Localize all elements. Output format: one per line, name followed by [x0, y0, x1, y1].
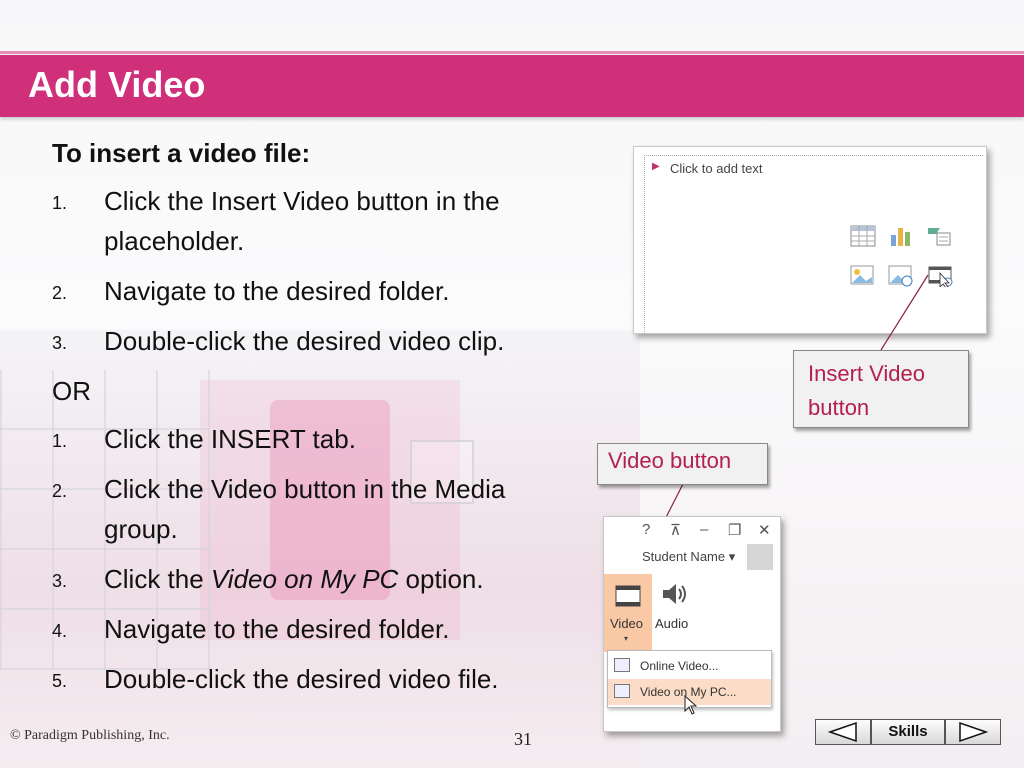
video-button-callout: Video button: [597, 443, 768, 485]
video-button[interactable]: Video ▾: [604, 574, 652, 652]
list-number: 2.: [52, 283, 68, 303]
placeholder-text: Click to add text: [670, 161, 763, 176]
list-text: Double-click the desired video file.: [104, 664, 499, 694]
list-number: 1.: [52, 431, 68, 451]
next-button[interactable]: [945, 719, 1001, 745]
copyright: © Paradigm Publishing, Inc.: [10, 728, 170, 743]
title-bar: Add Video: [0, 51, 1024, 117]
previous-button[interactable]: [815, 719, 871, 745]
menu-item-label: Online Video...: [640, 659, 719, 673]
list-b-item: 5. Double-click the desired video file.: [52, 659, 612, 699]
list-a-item: 1. Click the Insert Video button in the …: [52, 181, 612, 261]
bullet-icon: ▶: [652, 161, 660, 172]
list-a-item: 3. Double-click the desired video clip.: [52, 321, 612, 361]
dropdown-arrow-icon: ▾: [624, 634, 629, 643]
list-text: Click the INSERT tab.: [104, 424, 356, 454]
menu-item-online-video[interactable]: Online Video...: [608, 653, 771, 679]
list-number: 3.: [52, 571, 68, 591]
triangle-right-icon: [959, 721, 989, 743]
instructions-heading: To insert a video file:: [52, 138, 311, 168]
audio-label[interactable]: Audio: [655, 616, 688, 631]
list-text: Click the Insert Video button in the pla…: [104, 186, 500, 256]
ribbon-screenshot: ? ⊼ – ❐ ✕ Student Name ▾ Video ▾ Audio O…: [603, 516, 781, 732]
triangle-left-icon: [827, 721, 857, 743]
close-icon[interactable]: ✕: [758, 521, 771, 539]
instructions: To insert a video file: 1. Click the Ins…: [52, 138, 612, 709]
or-separator: OR: [52, 376, 91, 406]
title-accent-line: [0, 51, 1024, 54]
list-text: Navigate to the desired folder.: [104, 276, 450, 306]
list-text-italic: Video on My PC: [210, 564, 399, 594]
list-a-item: 2. Navigate to the desired folder.: [52, 271, 612, 311]
video-label: Video: [610, 616, 644, 631]
list-text: Click the Video button in the Media grou…: [104, 474, 506, 544]
list-number: 2.: [52, 481, 68, 501]
list-number: 3.: [52, 333, 68, 353]
slide-title: Add Video: [28, 64, 206, 105]
list-b-item: 3. Click the Video on My PC option.: [52, 559, 612, 599]
minimize-icon[interactable]: –: [700, 521, 708, 538]
list-text-after: option.: [398, 564, 484, 594]
insert-video-callout-line: [880, 274, 929, 351]
page-number: 31: [514, 729, 532, 749]
insert-video-callout: Insert Video button: [793, 350, 969, 428]
student-name[interactable]: Student Name ▾: [642, 549, 735, 565]
insert-smartart-icon[interactable]: [926, 225, 952, 247]
list-b-item: 4. Navigate to the desired folder.: [52, 609, 612, 649]
list-number: 1.: [52, 193, 68, 213]
list-text: Navigate to the desired folder.: [104, 614, 450, 644]
skills-button[interactable]: Skills: [871, 719, 945, 745]
list-number: 5.: [52, 671, 68, 691]
insert-chart-icon[interactable]: [888, 225, 914, 247]
video-icon: [615, 585, 641, 607]
insert-table-icon[interactable]: [850, 225, 876, 247]
avatar[interactable]: [747, 544, 773, 570]
ribbon-display-icon[interactable]: ⊼: [670, 521, 681, 539]
list-text-before: Click the: [104, 564, 211, 594]
help-icon[interactable]: ?: [642, 521, 650, 538]
list-text: Double-click the desired video clip.: [104, 326, 505, 356]
slide-navigation: Skills: [815, 719, 1001, 745]
list-b-item: 1. Click the INSERT tab.: [52, 419, 612, 459]
online-video-icon: [614, 658, 630, 672]
list-b-item: 2. Click the Video button in the Media g…: [52, 469, 554, 549]
restore-icon[interactable]: ❐: [728, 521, 741, 539]
video-file-icon: [614, 684, 630, 698]
list-number: 4.: [52, 621, 68, 641]
mouse-pointer-icon: [684, 695, 698, 715]
audio-icon[interactable]: [659, 579, 689, 609]
